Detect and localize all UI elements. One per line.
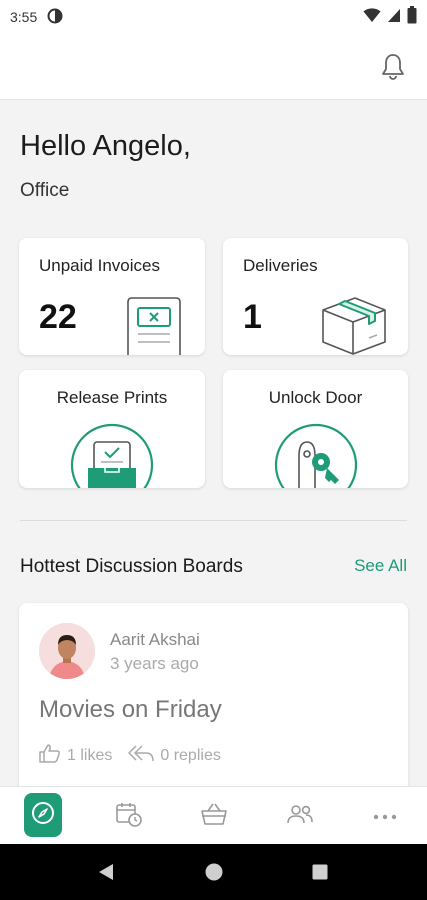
- unlock-door-card[interactable]: Unlock Door: [223, 370, 408, 488]
- notification-bell-icon[interactable]: [379, 52, 407, 82]
- nav-marketplace[interactable]: [194, 793, 234, 839]
- invoice-icon: [126, 296, 184, 355]
- post-time: 3 years ago: [110, 654, 199, 673]
- printer-icon: [69, 422, 155, 488]
- greeting-heading: Hello Angelo,: [20, 130, 191, 162]
- deliveries-title: Deliveries: [243, 256, 318, 275]
- bottom-nav: [0, 786, 427, 844]
- home-icon[interactable]: [205, 863, 223, 886]
- back-icon[interactable]: [97, 863, 115, 886]
- unpaid-invoices-count: 22: [39, 298, 77, 336]
- deliveries-count: 1: [243, 298, 262, 336]
- likes-count: 1 likes: [67, 746, 113, 764]
- calendar-clock-icon: [115, 801, 143, 832]
- sync-status-icon: [47, 8, 63, 27]
- compass-icon: [30, 800, 56, 831]
- section-divider: [20, 520, 407, 521]
- nav-bookings[interactable]: [109, 793, 149, 839]
- basket-icon: [200, 802, 228, 831]
- people-icon: [286, 803, 314, 830]
- android-nav-bar: [0, 844, 427, 900]
- post-author: Aarit Akshai: [110, 630, 200, 649]
- thumbs-up-icon: [39, 743, 61, 768]
- door-key-icon: [273, 422, 359, 488]
- release-prints-card[interactable]: Release Prints: [19, 370, 205, 488]
- like-button[interactable]: 1 likes: [39, 743, 112, 768]
- status-time: 3:55: [10, 9, 38, 25]
- signal-icon: [387, 7, 401, 26]
- battery-icon: [407, 6, 417, 27]
- replies-count: 0 replies: [160, 746, 221, 764]
- author-avatar: [39, 623, 95, 679]
- nav-more[interactable]: [365, 793, 405, 839]
- unpaid-invoices-card[interactable]: Unpaid Invoices 22: [19, 238, 205, 355]
- nav-community[interactable]: [280, 793, 320, 839]
- unpaid-invoices-title: Unpaid Invoices: [39, 256, 160, 275]
- reply-all-icon: [128, 744, 155, 767]
- dashboard-content: Hello Angelo, Office Unpaid Invoices 22 …: [0, 100, 427, 786]
- discussion-post-card[interactable]: Aarit Akshai 3 years ago Movies on Frida…: [19, 603, 408, 786]
- unlock-door-title: Unlock Door: [268, 388, 363, 407]
- location-label[interactable]: Office: [20, 180, 69, 202]
- release-prints-title: Release Prints: [56, 388, 168, 407]
- discussion-section-title: Hottest Discussion Boards: [20, 556, 243, 577]
- nav-explore[interactable]: [24, 793, 62, 837]
- wifi-icon: [363, 7, 381, 26]
- deliveries-card[interactable]: Deliveries 1: [223, 238, 408, 355]
- reply-button[interactable]: 0 replies: [128, 744, 221, 767]
- status-bar: 3:55: [0, 0, 427, 34]
- package-box-icon: [319, 294, 389, 355]
- app-header: [0, 34, 427, 100]
- recents-icon[interactable]: [312, 864, 328, 885]
- see-all-link[interactable]: See All: [354, 556, 407, 576]
- more-icon: [373, 807, 397, 825]
- post-title: Movies on Friday: [39, 696, 222, 723]
- post-meta: 1 likes 0 replies: [39, 743, 237, 768]
